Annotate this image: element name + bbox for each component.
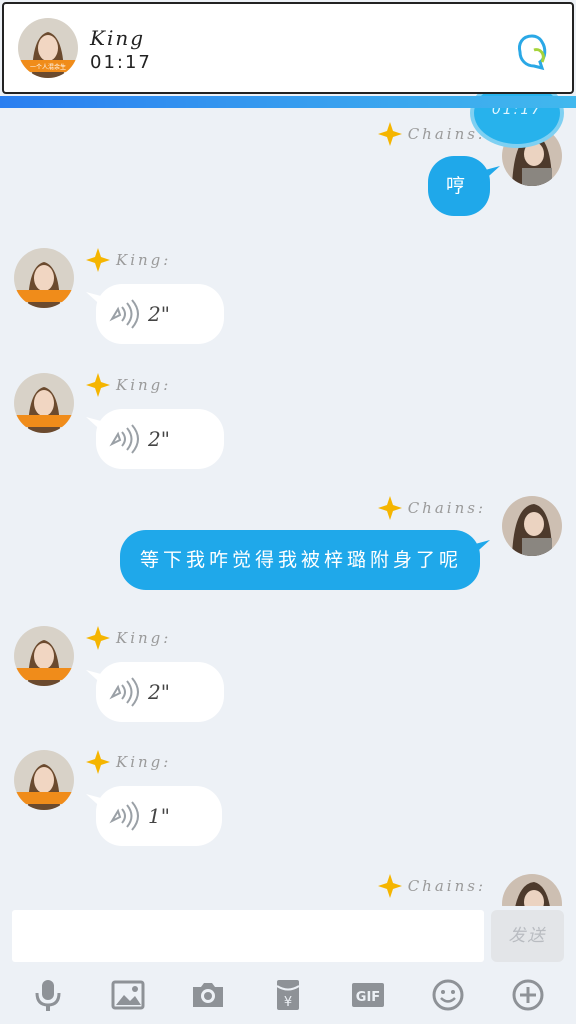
voice-duration: 2" [148,427,170,451]
image-icon[interactable] [107,974,149,1016]
voice-duration: 2" [148,302,170,326]
contact-avatar[interactable] [14,750,74,810]
message-input[interactable] [12,910,484,962]
sender-name: King: [116,376,172,394]
bottom-toolbar: ¥ GIF [0,966,576,1024]
gif-icon[interactable]: GIF [347,974,389,1016]
text-bubble[interactable]: 等下我咋觉得我被梓璐附身了呢 [120,530,480,590]
plus-icon[interactable] [507,974,549,1016]
star-icon [377,874,402,898]
voice-wave-icon [109,801,139,831]
input-row: 发送 [0,906,576,966]
star-icon [86,248,110,272]
my-avatar[interactable] [502,874,562,906]
svg-text:¥: ¥ [284,995,292,1010]
sender-label: Chains: [377,874,486,898]
voice-bubble[interactable]: 2" [96,409,224,469]
star-icon [86,750,110,774]
camera-icon[interactable] [187,974,229,1016]
sender-name: Chains: [407,499,486,517]
sender-name: Chains: [407,877,486,895]
sender-label: King: [86,626,171,650]
star-icon [377,496,402,520]
microphone-icon[interactable] [27,974,69,1016]
contact-avatar[interactable] [14,373,74,433]
sender-name: King: [116,753,172,771]
header-accent-bar [0,96,576,108]
text-bubble[interactable]: 哼 [428,156,490,216]
sender-name: King: [116,629,172,647]
sender-label: King: [86,248,171,272]
qq-profile-icon[interactable] [512,32,552,72]
sender-name: King: [116,251,172,269]
avatar-label: 一个人混余生 [30,63,66,71]
voice-bubble[interactable]: 2" [96,662,224,722]
message-text: 哼 [446,175,470,197]
message-text: 等下我咋觉得我被梓璐附身了呢 [140,549,463,571]
sender-label: King: [86,750,171,774]
message-list[interactable]: Chains: 哼 King: 2" King: 2" Chains: 等下我咋… [0,108,576,906]
sender-label: Chains: [377,122,486,146]
voice-wave-icon [109,299,139,329]
svg-text:GIF: GIF [356,990,380,1005]
sender-label: King: [86,373,171,397]
contact-avatar[interactable]: 一个人混余生 [18,18,78,78]
voice-bubble[interactable]: 2" [96,284,224,344]
voice-wave-icon [109,424,139,454]
contact-avatar[interactable] [14,626,74,686]
contact-name: King [90,26,146,50]
header-time: 01:17 [90,52,152,73]
send-button[interactable]: 发送 [491,910,564,962]
voice-duration: 1" [148,804,170,828]
voice-bubble[interactable]: 1" [96,786,222,846]
red-packet-icon[interactable]: ¥ [267,974,309,1016]
voice-wave-icon [109,677,139,707]
star-icon [86,373,110,397]
contact-avatar[interactable] [14,248,74,308]
star-icon [377,122,402,146]
sender-label: Chains: [377,496,486,520]
emoji-icon[interactable] [427,974,469,1016]
voice-duration: 2" [148,680,170,704]
star-icon [86,626,110,650]
chat-header: 一个人混余生 King 01:17 [2,2,574,94]
my-avatar[interactable] [502,496,562,556]
